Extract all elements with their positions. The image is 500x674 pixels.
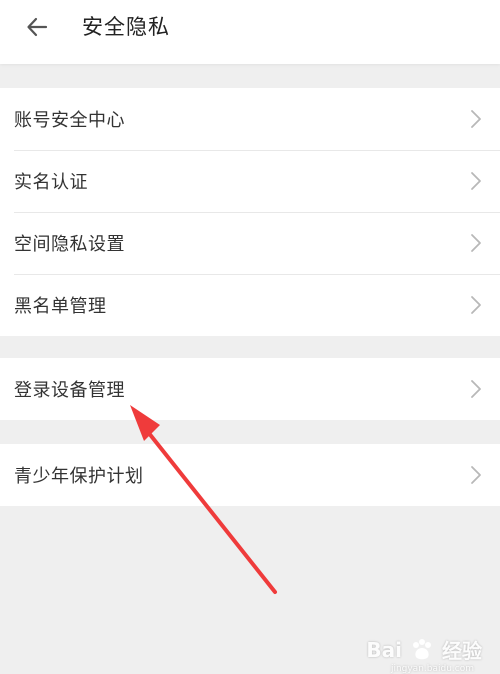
chevron-right-icon [471,172,481,190]
paw-icon [413,638,431,659]
chevron-right-icon [471,234,481,252]
settings-item-youth-protection-plan[interactable]: 青少年保护计划 [0,444,500,506]
settings-item-label: 青少年保护计划 [14,466,144,487]
watermark-subtext: jingyan.baidu.com [390,664,474,674]
chevron-right-icon [471,466,481,484]
watermark-brand-left: Bai [366,637,402,662]
settings-item-real-name-verification[interactable]: 实名认证 [0,150,500,212]
settings-group-devices: 登录设备管理 [0,358,500,420]
settings-group-account: 账号安全中心 实名认证 空间隐私设置 黑名单管理 [0,88,500,336]
settings-item-label: 实名认证 [14,172,88,193]
settings-group-youth: 青少年保护计划 [0,444,500,506]
settings-item-label: 登录设备管理 [14,380,125,401]
chevron-right-icon [471,296,481,314]
settings-item-account-security-center[interactable]: 账号安全中心 [0,88,500,150]
settings-item-login-device-management[interactable]: 登录设备管理 [0,358,500,420]
settings-item-label: 黑名单管理 [14,296,107,317]
arrow-left-icon [27,17,48,37]
chevron-right-icon [471,110,481,128]
back-button[interactable] [22,12,52,42]
settings-item-space-privacy-settings[interactable]: 空间隐私设置 [0,212,500,274]
watermark-brand-right: 经验 [442,639,482,663]
top-app-bar: 安全隐私 [0,0,500,64]
settings-item-label: 空间隐私设置 [14,234,125,255]
baidu-jingyan-watermark: Bai 经验 [366,635,482,664]
page-title: 安全隐私 [82,15,170,39]
chevron-right-icon [471,380,481,398]
settings-item-label: 账号安全中心 [14,110,125,131]
settings-item-blacklist-management[interactable]: 黑名单管理 [0,274,500,336]
